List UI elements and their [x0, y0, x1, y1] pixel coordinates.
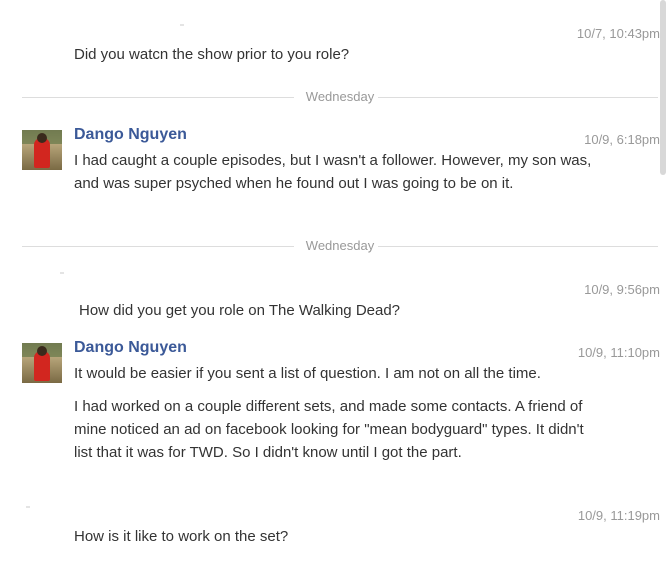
message-item: 10/7, 10:43pm Did you watcn the show pri…: [0, 26, 660, 71]
message-timestamp: 10/9, 9:56pm: [584, 282, 660, 297]
message-text: It would be easier if you sent a list of…: [74, 365, 541, 382]
message-item: 10/9, 11:19pm How is it like to work on …: [0, 506, 660, 553]
message-timestamp: 10/7, 10:43pm: [576, 26, 660, 41]
avatar[interactable]: [22, 343, 62, 383]
sender-name[interactable]: Dango Nguyen: [74, 126, 187, 144]
message-item: 10/9, 9:56pm How did you get you role on…: [0, 272, 660, 327]
message-text: I had worked on a couple different sets,…: [74, 398, 584, 461]
faint-mark: [60, 272, 64, 274]
avatar[interactable]: [22, 130, 62, 170]
sender-name[interactable]: Dango Nguyen: [74, 339, 187, 357]
message-text: Did you watcn the show prior to you role…: [74, 46, 350, 63]
message-timestamp: 10/9, 11:19pm: [577, 508, 660, 523]
scrollbar[interactable]: [660, 0, 666, 175]
date-separator: Wednesday: [22, 238, 658, 253]
date-separator: Wednesday: [22, 89, 658, 104]
message-thread: 10/7, 10:43pm Did you watcn the show pri…: [0, 0, 660, 572]
faint-mark: [26, 506, 30, 508]
message-item: Dango Nguyen 10/9, 6:18pm I had caught a…: [0, 126, 660, 220]
message-timestamp: 10/9, 11:10pm: [577, 345, 660, 360]
divider-line: [378, 97, 658, 98]
faint-mark: [180, 24, 184, 26]
message-timestamp: 10/9, 6:18pm: [584, 132, 660, 147]
divider-line: [378, 246, 658, 247]
message-text: I had caught a couple episodes, but I wa…: [74, 152, 592, 192]
message-text: How is it like to work on the set?: [74, 528, 289, 545]
message-item: Dango Nguyen 10/9, 11:10pm It would be e…: [0, 339, 660, 488]
message-text: How did you get you role on The Walking …: [79, 302, 401, 319]
